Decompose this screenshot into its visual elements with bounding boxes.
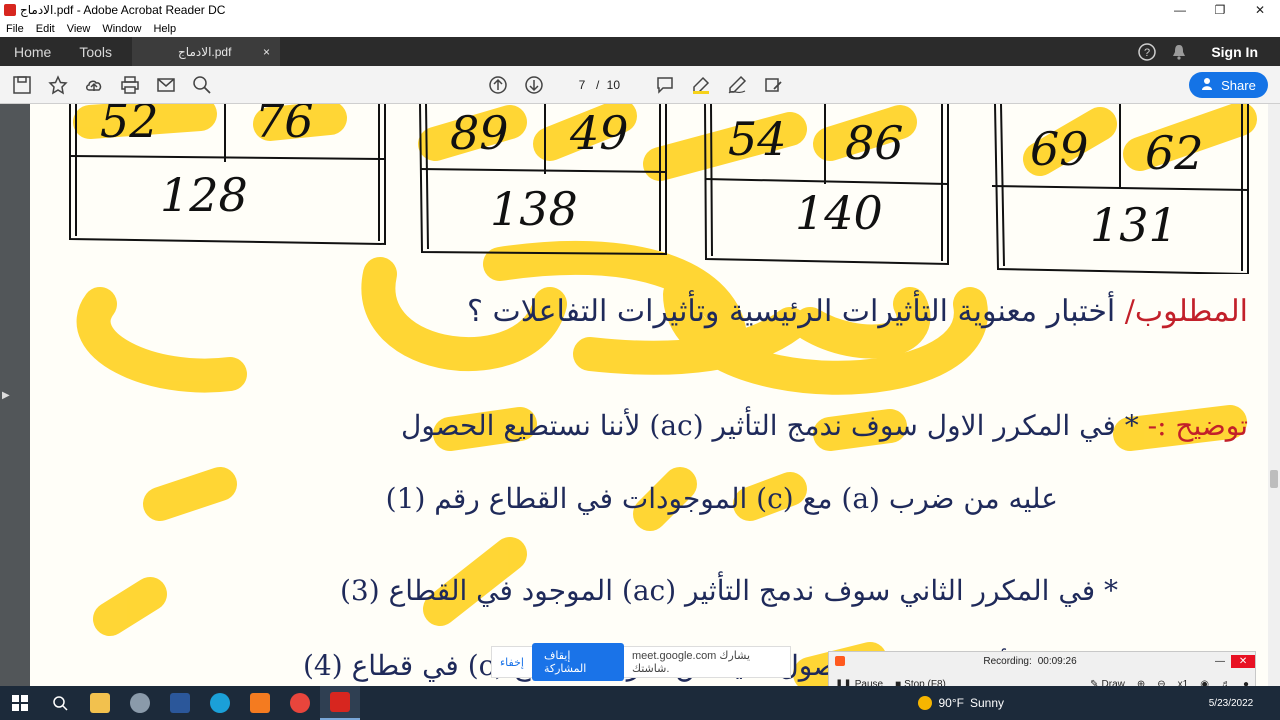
- menu-edit[interactable]: Edit: [30, 23, 61, 35]
- add-person-icon: [1201, 77, 1215, 94]
- notification-bell-icon[interactable]: [1169, 42, 1189, 62]
- page-total: 10: [606, 77, 621, 92]
- highlighter-icon[interactable]: [689, 73, 713, 97]
- file-explorer-icon[interactable]: [80, 686, 120, 720]
- tab-document[interactable]: الادماج.pdf ×: [132, 37, 281, 66]
- acrobat-taskbar-icon[interactable]: [320, 686, 360, 720]
- explanation-label: توضيح :-: [1147, 409, 1248, 442]
- box3-top-right: 86: [845, 116, 904, 170]
- box3-total: 140: [795, 186, 883, 240]
- heading-line: المطلوب/ أختبار معنوية التأثيرات الرئيسي…: [467, 294, 1248, 329]
- menu-window[interactable]: Window: [96, 23, 147, 35]
- weather-temp: 90°F: [938, 696, 964, 710]
- tab-document-label: الادماج.pdf: [178, 44, 232, 59]
- zoom-search-icon[interactable]: [190, 73, 214, 97]
- settings-app-icon[interactable]: [120, 686, 160, 720]
- tab-home[interactable]: Home: [0, 37, 65, 66]
- scrollbar-thumb[interactable]: [1270, 470, 1278, 488]
- print-icon[interactable]: [118, 73, 142, 97]
- email-icon[interactable]: [154, 73, 178, 97]
- title-bar: الادماج.pdf - Adobe Acrobat Reader DC — …: [0, 0, 1280, 20]
- box3-top-left: 54: [728, 112, 787, 166]
- recorder-app-icon[interactable]: [240, 686, 280, 720]
- draw-pen-icon[interactable]: [725, 73, 749, 97]
- windows-icon: [12, 695, 28, 711]
- document-area: ▶ 52 76 128 89 49 138 54 86 140 69 62 13…: [0, 104, 1280, 686]
- close-tab-button[interactable]: ×: [263, 45, 270, 59]
- save-icon[interactable]: [10, 73, 34, 97]
- box4-top-right: 62: [1145, 126, 1204, 180]
- page-number-input[interactable]: 7: [568, 78, 596, 92]
- vertical-scrollbar[interactable]: [1268, 104, 1280, 686]
- box4-total: 131: [1090, 198, 1178, 252]
- edge-icon[interactable]: [200, 686, 240, 720]
- maximize-button[interactable]: ❐: [1200, 0, 1240, 20]
- pdf-page: 52 76 128 89 49 138 54 86 140 69 62 131 …: [30, 104, 1268, 686]
- recorder-minimize-button[interactable]: —: [1215, 656, 1225, 667]
- page-up-icon[interactable]: [486, 73, 510, 97]
- weather-widget[interactable]: 90°F Sunny 5/23/2022: [918, 696, 1280, 710]
- close-window-button[interactable]: ✕: [1240, 0, 1280, 20]
- menu-file[interactable]: File: [0, 23, 30, 35]
- tab-tools[interactable]: Tools: [65, 37, 126, 66]
- menu-help[interactable]: Help: [147, 23, 182, 35]
- recording-time: 00:09:26: [1037, 655, 1077, 667]
- box2-top-right: 49: [570, 106, 629, 160]
- stop-sharing-button[interactable]: إيقاف المشاركة: [531, 643, 624, 681]
- taskbar: 90°F Sunny 5/23/2022: [0, 686, 1280, 720]
- menu-view[interactable]: View: [61, 23, 97, 35]
- search-taskbar-icon[interactable]: [40, 686, 80, 720]
- box1-top-left: 52: [100, 104, 159, 148]
- explanation-line-3: * في المكرر الثاني سوف ندمج التأثير (ac)…: [339, 574, 1118, 607]
- acrobat-icon: [4, 4, 16, 16]
- explanation-text-1: * في المكرر الاول سوف ندمج التأثير (ac) …: [400, 409, 1139, 442]
- menu-bar: File Edit View Window Help: [0, 20, 1280, 37]
- tab-bar: Home Tools الادماج.pdf × ? Sign In: [0, 37, 1280, 66]
- explanation-line-1: توضيح :- * في المكرر الاول سوف ندمج التأ…: [401, 409, 1248, 442]
- recording-label: Recording:: [983, 655, 1032, 667]
- minimize-button[interactable]: —: [1160, 0, 1200, 20]
- toolbar: 7 / 10 Share: [0, 66, 1280, 104]
- box2-top-left: 89: [450, 106, 509, 160]
- hide-share-bar-button[interactable]: إخفاء: [492, 656, 532, 669]
- box1-total: 128: [160, 168, 248, 222]
- screen-share-bar: إخفاء إيقاف المشاركة meet.google.com يشا…: [491, 643, 791, 681]
- recorder-close-button[interactable]: ✕: [1231, 654, 1256, 668]
- heading-text: أختبار معنوية التأثيرات الرئيسية وتأثيرا…: [467, 294, 1116, 329]
- share-button[interactable]: Share: [1189, 72, 1268, 98]
- box1-top-right: 76: [255, 104, 314, 148]
- heading-label: المطلوب/: [1124, 294, 1248, 329]
- share-message: meet.google.com يشارك شاشتك.: [631, 650, 751, 675]
- page-navigator: 7 / 10: [568, 78, 627, 92]
- sign-in-button[interactable]: Sign In: [1211, 44, 1258, 60]
- box2-total: 138: [490, 182, 578, 236]
- weather-desc: Sunny: [969, 696, 1004, 710]
- fill-sign-icon[interactable]: [761, 73, 785, 97]
- share-label: Share: [1221, 77, 1256, 93]
- page-down-icon[interactable]: [522, 73, 546, 97]
- upload-cloud-icon[interactable]: [82, 73, 106, 97]
- sun-icon: [918, 696, 933, 710]
- chrome-icon[interactable]: [280, 686, 320, 720]
- svg-text:?: ?: [1144, 47, 1150, 59]
- box4-top-left: 69: [1030, 122, 1089, 176]
- clock-date[interactable]: 5/23/2022: [1196, 698, 1266, 709]
- bookmark-star-icon[interactable]: [46, 73, 70, 97]
- recorder-logo-icon: [835, 656, 845, 666]
- side-panel-toggle-icon[interactable]: ▶: [2, 390, 12, 404]
- start-button[interactable]: [0, 686, 40, 720]
- comment-icon[interactable]: [653, 73, 677, 97]
- window-title: الادماج.pdf - Adobe Acrobat Reader DC: [20, 3, 226, 17]
- explanation-line-2: عليه من ضرب (a) مع (c) الموجودات في القط…: [385, 482, 1058, 515]
- help-icon[interactable]: ?: [1137, 42, 1157, 62]
- word-icon[interactable]: [160, 686, 200, 720]
